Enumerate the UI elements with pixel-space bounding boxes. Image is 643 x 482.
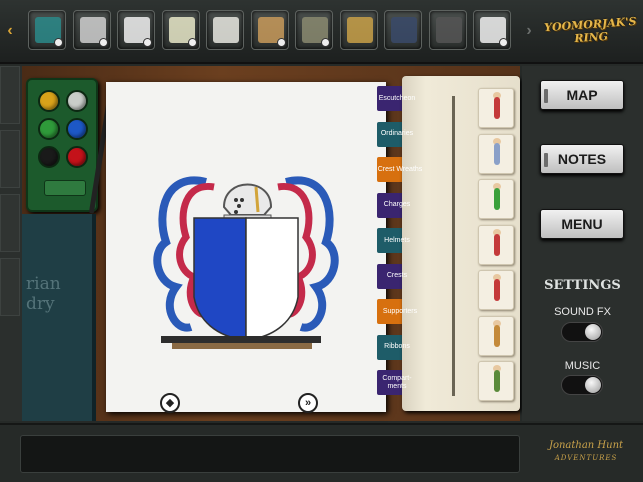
inventory-slot[interactable] bbox=[72, 10, 111, 50]
color-swatch[interactable] bbox=[38, 146, 60, 168]
inventory-scroll-left-button[interactable]: ‹ bbox=[3, 20, 17, 42]
developer-logo-line-2: ADVENTURES bbox=[554, 454, 618, 462]
rail-tab bbox=[0, 258, 20, 316]
drawing-sheet bbox=[106, 82, 386, 412]
rail-tab bbox=[0, 194, 20, 252]
supporter-monk-icon bbox=[494, 142, 500, 165]
helmet-icon bbox=[222, 183, 273, 224]
notes-button[interactable]: NOTES bbox=[540, 144, 624, 174]
category-tab-label: Escutcheon bbox=[378, 94, 416, 102]
page-prev-button[interactable]: ◆ bbox=[160, 393, 180, 413]
inventory-scroll-right-button[interactable]: › bbox=[522, 20, 536, 42]
inspect-dot-icon[interactable] bbox=[321, 38, 330, 47]
inspect-dot-icon[interactable] bbox=[54, 38, 63, 47]
game-logo: YOOMORJAK'S RING bbox=[542, 15, 640, 54]
rail-tab bbox=[0, 66, 20, 124]
music-toggle[interactable] bbox=[561, 375, 603, 395]
inspect-dot-icon[interactable] bbox=[143, 38, 152, 47]
category-tab-label: Supporters bbox=[382, 307, 418, 315]
supporter-knight-icon bbox=[494, 97, 500, 119]
color-swatch[interactable] bbox=[66, 118, 88, 140]
supporter-slot[interactable] bbox=[478, 88, 514, 128]
book-spine-text: rian dry bbox=[26, 274, 61, 314]
inventory-slot[interactable] bbox=[250, 10, 289, 50]
menu-button[interactable]: MENU bbox=[540, 209, 624, 239]
color-swatch[interactable] bbox=[66, 146, 88, 168]
supporter-slot[interactable] bbox=[478, 224, 514, 265]
heraldry-desk: rian dry ? bbox=[22, 66, 520, 477]
compartment-base-icon bbox=[161, 336, 321, 349]
inspect-dot-icon[interactable] bbox=[499, 38, 508, 47]
book-gutter bbox=[452, 96, 455, 396]
inventory-bar: ‹ › YOOMORJAK'S RING bbox=[0, 0, 643, 64]
side-menu: MAP NOTES MENU SETTINGS SOUND FX MUSIC bbox=[522, 66, 643, 421]
category-tab-label: Compart-ments bbox=[382, 374, 412, 390]
inventory-slot[interactable] bbox=[161, 10, 200, 50]
message-box bbox=[20, 435, 520, 473]
color-swatch[interactable] bbox=[38, 118, 60, 140]
developer-logo: Jonathan Hunt ADVENTURES bbox=[538, 440, 634, 472]
inventory-slot[interactable] bbox=[473, 10, 511, 50]
inspect-dot-icon[interactable] bbox=[276, 38, 286, 47]
inventory-slot[interactable] bbox=[28, 10, 66, 50]
heraldry-book: rian dry ? bbox=[22, 214, 96, 477]
inventory-slot[interactable] bbox=[384, 10, 422, 50]
bottom-bar: Jonathan Hunt ADVENTURES bbox=[0, 423, 643, 482]
rail-tab bbox=[0, 130, 20, 188]
toggle-knob-icon bbox=[585, 324, 601, 340]
color-swatch[interactable] bbox=[66, 90, 88, 112]
inspect-dot-icon[interactable] bbox=[98, 38, 108, 47]
inspect-dot-icon[interactable] bbox=[187, 38, 197, 47]
category-tab-label: Crest Wreaths bbox=[377, 165, 423, 173]
color-palette bbox=[26, 78, 98, 212]
sound-fx-label: SOUND FX bbox=[554, 306, 611, 318]
coat-of-arms bbox=[153, 176, 339, 349]
category-tab-label: Ribbons bbox=[384, 343, 410, 350]
left-rail bbox=[0, 66, 22, 421]
supporter-slot[interactable] bbox=[478, 133, 514, 174]
sound-fx-toggle[interactable] bbox=[561, 322, 603, 342]
supporter-slot[interactable] bbox=[478, 179, 514, 219]
shield-icon bbox=[193, 217, 299, 341]
supporter-slot[interactable] bbox=[478, 361, 514, 401]
page-next-button[interactable]: » bbox=[298, 393, 318, 413]
notes-button-label: NOTES bbox=[557, 151, 607, 167]
toggle-knob-icon bbox=[585, 377, 601, 393]
lantern-icon bbox=[391, 17, 417, 43]
map-indicator-icon bbox=[544, 89, 548, 103]
inventory-slot[interactable] bbox=[428, 10, 467, 50]
binoculars-icon bbox=[346, 17, 373, 43]
map-button[interactable]: MAP bbox=[540, 80, 624, 110]
supporter-soldier-icon bbox=[494, 233, 500, 256]
inventory-slot[interactable] bbox=[295, 10, 333, 50]
supporter-warrior-icon bbox=[494, 370, 500, 392]
inventory-slot[interactable] bbox=[117, 10, 155, 50]
category-tab-label: Helmets bbox=[384, 236, 410, 244]
crowbar-icon bbox=[435, 17, 462, 43]
map-button-label: MAP bbox=[566, 87, 598, 103]
developer-logo-line-1: Jonathan Hunt bbox=[548, 440, 624, 451]
inventory-slot[interactable] bbox=[206, 10, 244, 50]
supporters-book bbox=[402, 76, 520, 411]
inventory-slot[interactable] bbox=[339, 10, 378, 50]
game-screen: ‹ › YOOMORJAK'S RING rian dry ? bbox=[0, 0, 643, 482]
supporter-bishop-icon bbox=[494, 324, 500, 347]
music-label: MUSIC bbox=[564, 360, 601, 372]
supporter-slot[interactable] bbox=[478, 270, 514, 310]
supporter-archer-icon bbox=[494, 188, 500, 210]
menu-button-label: MENU bbox=[561, 216, 603, 232]
category-tab-label: Crests bbox=[386, 272, 408, 279]
supporter-slot[interactable] bbox=[478, 315, 514, 356]
color-swatch[interactable] bbox=[38, 90, 60, 112]
settings-title: SETTINGS bbox=[544, 278, 621, 293]
notes-indicator-icon bbox=[544, 153, 548, 167]
supporter-jester-icon bbox=[494, 279, 500, 301]
map-sheet-icon bbox=[213, 17, 239, 43]
category-tab-label: Ordinaries bbox=[380, 130, 414, 137]
palette-tray bbox=[44, 180, 86, 196]
category-tab-label: Charges bbox=[383, 201, 411, 208]
